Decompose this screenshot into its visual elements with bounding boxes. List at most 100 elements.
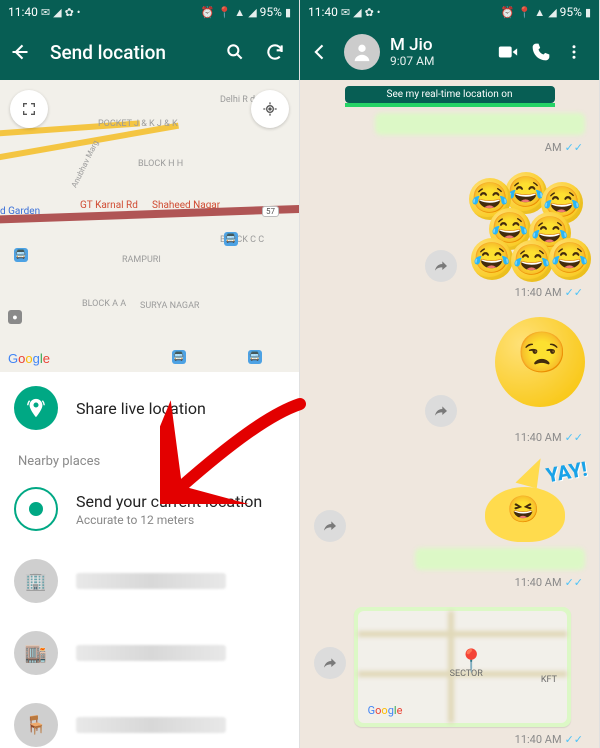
forward-button[interactable] <box>314 647 346 679</box>
alarm-icon: ⏰ <box>201 6 215 19</box>
my-location-button[interactable] <box>251 90 289 128</box>
transit-icon: 🚍 <box>224 232 238 246</box>
location-bubble[interactable]: 📍 SECTOR KFT Google <box>354 607 571 727</box>
redacted-message <box>375 113 585 135</box>
redacted-message <box>415 548 585 570</box>
more-button[interactable] <box>565 43 589 61</box>
location-options: Share live location Nearby places Send y… <box>0 372 299 748</box>
location-icon: 📍 <box>518 6 532 19</box>
voice-call-button[interactable] <box>531 42 555 62</box>
redacted-text <box>76 645 226 661</box>
forward-button[interactable] <box>425 250 457 282</box>
mini-map: 📍 SECTOR KFT Google <box>358 611 567 723</box>
poi-icon: ● <box>8 310 22 324</box>
map-label: BLOCK H H <box>138 160 183 170</box>
row-sublabel: Accurate to 12 meters <box>76 513 285 527</box>
nearby-place-row[interactable]: 🏬 <box>0 617 299 689</box>
status-time: 11:40 <box>308 5 338 19</box>
notif-icon: ✉ <box>41 6 50 19</box>
refresh-button[interactable] <box>265 42 289 62</box>
status-time: 11:40 <box>8 5 38 19</box>
share-live-location-row[interactable]: Share live location <box>0 372 299 444</box>
road-main <box>0 204 299 224</box>
map-label: RAMPURI <box>122 256 161 266</box>
transit-icon: 🚍 <box>14 248 28 262</box>
google-logo: Google <box>368 704 403 717</box>
map-label: Delhi R d <box>220 96 255 106</box>
message-row <box>300 307 599 427</box>
more-icon: • <box>77 6 81 19</box>
status-bar: 11:40 ✉ ◢ ✿ • ⏰ 📍 ▲ ◢ 95% ▮ <box>300 0 599 24</box>
message-timestamp: 11:40 AM✓✓ <box>300 282 599 307</box>
message-timestamp: 11:40 AM✓✓ <box>300 729 599 748</box>
building-icon: 🏬 <box>14 631 58 675</box>
alarm-icon: ⏰ <box>501 6 515 19</box>
current-location-icon <box>14 487 58 531</box>
appbar-title: Send location <box>50 41 209 64</box>
redacted-text <box>76 573 226 589</box>
wifi-icon: ▲ <box>234 6 245 19</box>
notif-icon: ◢ <box>353 6 361 19</box>
map-label-road: GT Karnal Rd <box>80 200 138 211</box>
message-row: YAY! <box>300 452 599 542</box>
notif-icon: ✿ <box>65 6 74 19</box>
sticker-baby-shark[interactable]: YAY! <box>475 462 585 542</box>
notif-icon: ◢ <box>53 6 61 19</box>
forward-button[interactable] <box>314 510 346 542</box>
fullscreen-button[interactable] <box>10 90 48 128</box>
send-location-appbar: Send location <box>0 24 299 80</box>
notif-icon: ✿ <box>365 6 374 19</box>
forward-button[interactable] <box>425 395 457 427</box>
notif-icon: ✉ <box>341 6 350 19</box>
message-timestamp: 11:40 AM✓✓ <box>300 572 599 597</box>
nearby-place-row[interactable]: 🏢 <box>0 545 299 617</box>
battery-icon: ▮ <box>585 6 591 19</box>
location-icon: 📍 <box>218 6 232 19</box>
seat-icon: 🪑 <box>14 703 58 747</box>
more-icon: • <box>377 6 381 19</box>
map-label-poi: d Garden <box>0 206 40 217</box>
yay-text: YAY! <box>544 457 589 488</box>
map-mini-label: KFT <box>541 675 557 685</box>
wifi-icon: ▲ <box>534 6 545 19</box>
location-picker-screen: 11:40 ✉ ◢ ✿ • ⏰ 📍 ▲ ◢ 95% ▮ Send locatio… <box>0 0 300 748</box>
battery-level: 95% <box>560 5 582 19</box>
avatar[interactable] <box>344 34 380 70</box>
row-label: Share live location <box>76 399 285 418</box>
map-mini-label: SECTOR <box>450 669 483 679</box>
highway-badge: 57 <box>262 206 279 217</box>
battery-level: 95% <box>260 5 282 19</box>
status-bar: 11:40 ✉ ◢ ✿ • ⏰ 📍 ▲ ◢ 95% ▮ <box>0 0 299 24</box>
chat-appbar: M Jio 9:07 AM <box>300 24 599 80</box>
message-timestamp: AM✓✓ <box>300 137 599 162</box>
chat-body[interactable]: See my real-time location on AM✓✓ 11:40 … <box>300 80 599 748</box>
nearby-place-row[interactable]: 🪑 <box>0 689 299 748</box>
video-call-button[interactable] <box>497 41 521 63</box>
back-button[interactable] <box>10 42 34 62</box>
row-label: Send your current location <box>76 492 285 511</box>
chat-title-block[interactable]: M Jio 9:07 AM <box>390 36 487 68</box>
sticker-blob[interactable] <box>465 317 585 427</box>
message-row: 📍 SECTOR KFT Google <box>300 597 599 727</box>
map-label: BLOCK A A <box>82 300 126 310</box>
send-current-location-row[interactable]: Send your current location Accurate to 1… <box>0 473 299 545</box>
message-timestamp: 11:40 AM✓✓ <box>300 427 599 452</box>
sticker-rofl-pile[interactable] <box>465 172 585 282</box>
contact-name: M Jio <box>390 36 487 55</box>
battery-icon: ▮ <box>285 6 291 19</box>
google-logo: Google <box>8 351 50 366</box>
back-button[interactable] <box>310 42 334 62</box>
live-location-banner: See my real-time location on <box>345 86 555 103</box>
map-preview[interactable]: POCKET J & K J & K BLOCK H H RAMPURI BLO… <box>0 80 299 372</box>
building-icon: 🏢 <box>14 559 58 603</box>
map-label: SURYA NAGAR <box>140 302 199 312</box>
map-label-road: Shaheed Nagar <box>152 200 220 211</box>
transit-icon: 🚍 <box>248 350 262 364</box>
nearby-places-label: Nearby places <box>0 444 299 473</box>
message-row <box>300 162 599 282</box>
chat-screen: 11:40 ✉ ◢ ✿ • ⏰ 📍 ▲ ◢ 95% ▮ M Jio 9:07 A… <box>300 0 600 748</box>
search-button[interactable] <box>225 42 249 62</box>
redacted-text <box>76 717 226 733</box>
signal-icon: ◢ <box>548 6 556 19</box>
progress-line <box>345 103 555 107</box>
